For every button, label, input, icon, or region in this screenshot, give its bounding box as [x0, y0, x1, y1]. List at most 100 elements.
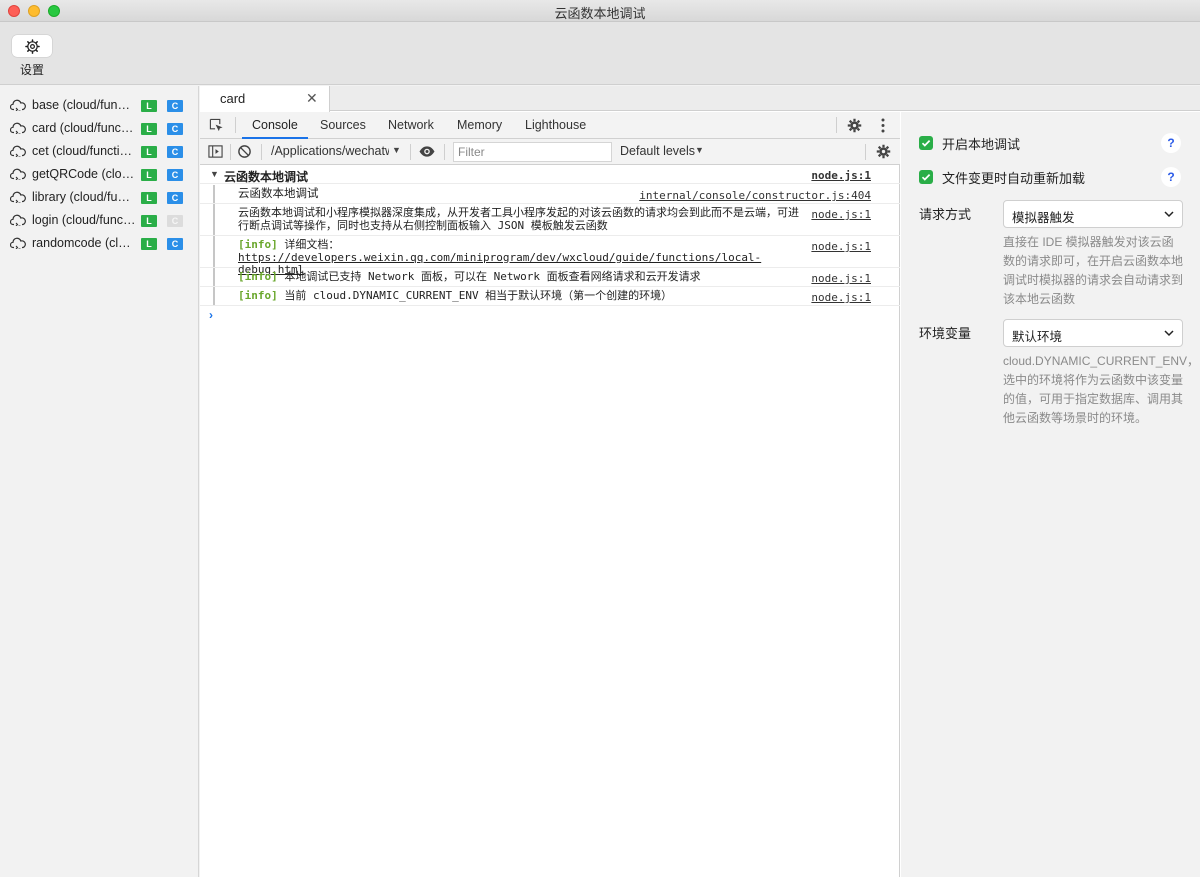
- function-name: library (cloud/fun…: [32, 190, 136, 204]
- console-message: [info] 当前 cloud.DYNAMIC_CURRENT_ENV 相当于默…: [238, 289, 806, 303]
- chevron-down-icon: ▼: [695, 145, 704, 155]
- expand-triangle-icon[interactable]: ▼: [210, 169, 219, 179]
- local-badge[interactable]: L: [141, 146, 157, 158]
- file-tab-label: card: [220, 91, 246, 106]
- console-row: [info] 详细文档：https://developers.weixin.qq…: [200, 236, 900, 276]
- local-badge[interactable]: L: [141, 169, 157, 181]
- function-name: base (cloud/func…: [32, 98, 136, 112]
- function-item[interactable]: randomcode (clo… L C: [0, 232, 199, 255]
- local-badge[interactable]: L: [141, 100, 157, 112]
- console-group-header[interactable]: ▼ 云函数本地调试 node.js:1: [200, 165, 900, 184]
- console-toolbar: /Applications/wechatwebdevtools.app ▼ Fi…: [200, 139, 900, 165]
- settings-label: 设置: [19, 63, 44, 77]
- settings-button[interactable]: [12, 35, 52, 57]
- sidebar-toggle-icon[interactable]: [208, 144, 223, 159]
- help-icon[interactable]: ?: [1161, 167, 1181, 187]
- close-icon[interactable]: ✕: [306, 90, 318, 107]
- console-prompt[interactable]: ›: [209, 308, 213, 322]
- request-mode-description: 直接在 IDE 模拟器触发对该云函数的请求即可，在开启云函数本地调试时模拟器的请…: [1003, 235, 1184, 306]
- cloud-badge[interactable]: C: [167, 238, 183, 250]
- console-settings-icon[interactable]: [876, 144, 891, 159]
- console-message: [info] 本地调试已支持 Network 面板，可以在 Network 面板…: [238, 270, 806, 284]
- clear-console-icon[interactable]: [237, 144, 252, 159]
- tab-memory[interactable]: Memory: [457, 112, 502, 139]
- cloud-badge[interactable]: C: [167, 192, 183, 204]
- function-item[interactable]: card (cloud/func… L C: [0, 117, 199, 140]
- cloud-badge[interactable]: C: [167, 100, 183, 112]
- request-mode-select[interactable]: 模拟器触发: [1003, 200, 1183, 228]
- local-badge[interactable]: L: [141, 238, 157, 250]
- console-row: [info] 当前 cloud.DYNAMIC_CURRENT_ENV 相当于默…: [200, 287, 900, 306]
- cloud-function-icon: [10, 214, 26, 226]
- toolbar-divider: [444, 144, 445, 160]
- chevron-down-icon: [1164, 211, 1174, 218]
- tab-network[interactable]: Network: [388, 112, 434, 139]
- source-link[interactable]: node.js:1: [811, 272, 871, 285]
- devtools-settings-icon[interactable]: [847, 118, 862, 133]
- request-mode-label: 请求方式: [919, 207, 972, 222]
- devtools-panel: Console Sources Network Memory Lighthous…: [200, 112, 900, 877]
- cloud-badge[interactable]: C: [167, 123, 183, 135]
- function-list: base (cloud/func… L Ccard (cloud/func… L Cce…: [0, 86, 199, 877]
- auto-reload-checkbox[interactable]: [919, 170, 933, 184]
- env-var-description: cloud.DYNAMIC_CURRENT_ENV，选中的环境将作为云函数中该变…: [1003, 354, 1200, 425]
- cloud-function-icon: [10, 168, 26, 180]
- chevron-down-icon: ▼: [392, 145, 401, 155]
- source-link[interactable]: node.js:1: [811, 291, 871, 304]
- toolbar-divider: [235, 117, 236, 133]
- console-group-title: 云函数本地调试: [224, 170, 309, 184]
- tab-console[interactable]: Console: [242, 112, 308, 139]
- info-tag: [info]: [238, 270, 278, 283]
- info-tag: [info]: [238, 289, 278, 302]
- top-toolbar: 设置: [0, 22, 1200, 85]
- cloud-function-icon: [10, 122, 26, 134]
- help-icon[interactable]: ?: [1161, 133, 1181, 153]
- cloud-badge[interactable]: C: [167, 146, 183, 158]
- log-levels-dropdown[interactable]: Default levels: [620, 144, 695, 158]
- source-link[interactable]: node.js:1: [811, 240, 871, 253]
- console-row: 云函数本地调试和小程序模拟器深度集成，从开发者工具小程序发起的对该云函数的请求均…: [200, 204, 900, 236]
- console-message-text: 本地调试已支持 Network 面板，可以在 Network 面板查看网络请求和…: [284, 270, 701, 283]
- info-tag: [info]: [238, 238, 278, 251]
- source-link[interactable]: internal/console/constructor.js:404: [639, 189, 871, 202]
- function-item[interactable]: login (cloud/func… L C: [0, 209, 199, 232]
- file-tab-bar: card ✕: [200, 86, 1200, 112]
- window-title: 云函数本地调试: [554, 6, 646, 21]
- toolbar-divider: [410, 144, 411, 160]
- filter-input[interactable]: Filter: [453, 142, 612, 162]
- toolbar-divider: [836, 117, 837, 133]
- source-link[interactable]: node.js:1: [811, 169, 871, 182]
- context-selector[interactable]: /Applications/wechatwebdevtools.app: [271, 144, 389, 158]
- function-item[interactable]: cet (cloud/functi… L C: [0, 140, 199, 163]
- cloud-badge[interactable]: C: [167, 169, 183, 181]
- devtools-tab-bar: Console Sources Network Memory Lighthous…: [200, 112, 900, 139]
- function-item[interactable]: getQRCode (clo… L C: [0, 163, 199, 186]
- function-name: login (cloud/func…: [32, 213, 136, 227]
- main-area: card ✕ Console Sources Network Memory Li…: [200, 86, 1200, 877]
- function-name: card (cloud/func…: [32, 121, 134, 135]
- enable-local-debug-label: 开启本地调试: [942, 137, 1021, 152]
- local-badge[interactable]: L: [141, 123, 157, 135]
- eye-icon[interactable]: [418, 144, 436, 159]
- tab-lighthouse[interactable]: Lighthouse: [525, 112, 586, 139]
- function-item[interactable]: library (cloud/fun… L C: [0, 186, 199, 209]
- chevron-down-icon: [1164, 330, 1174, 337]
- cloud-badge[interactable]: C: [167, 215, 183, 227]
- local-badge[interactable]: L: [141, 192, 157, 204]
- inspect-element-icon[interactable]: [209, 118, 224, 133]
- enable-local-debug-checkbox[interactable]: [919, 136, 933, 150]
- file-tab-card[interactable]: card ✕: [200, 86, 330, 112]
- console-output: ▼ 云函数本地调试 node.js:1 云函数本地调试 internal/con…: [200, 165, 900, 877]
- local-badge[interactable]: L: [141, 215, 157, 227]
- tab-sources[interactable]: Sources: [320, 112, 366, 139]
- source-link[interactable]: node.js:1: [811, 208, 871, 221]
- request-mode-value: 模拟器触发: [1012, 211, 1075, 225]
- function-name: randomcode (clo…: [32, 236, 136, 250]
- env-var-select[interactable]: 默认环境: [1003, 319, 1183, 347]
- more-options-icon[interactable]: [881, 118, 885, 133]
- function-item[interactable]: base (cloud/func… L C: [0, 94, 199, 117]
- check-icon: [921, 174, 931, 181]
- auto-reload-label: 文件变更时自动重新加载: [942, 171, 1086, 186]
- cloud-function-icon: [10, 191, 26, 203]
- cloud-function-icon: [10, 99, 26, 111]
